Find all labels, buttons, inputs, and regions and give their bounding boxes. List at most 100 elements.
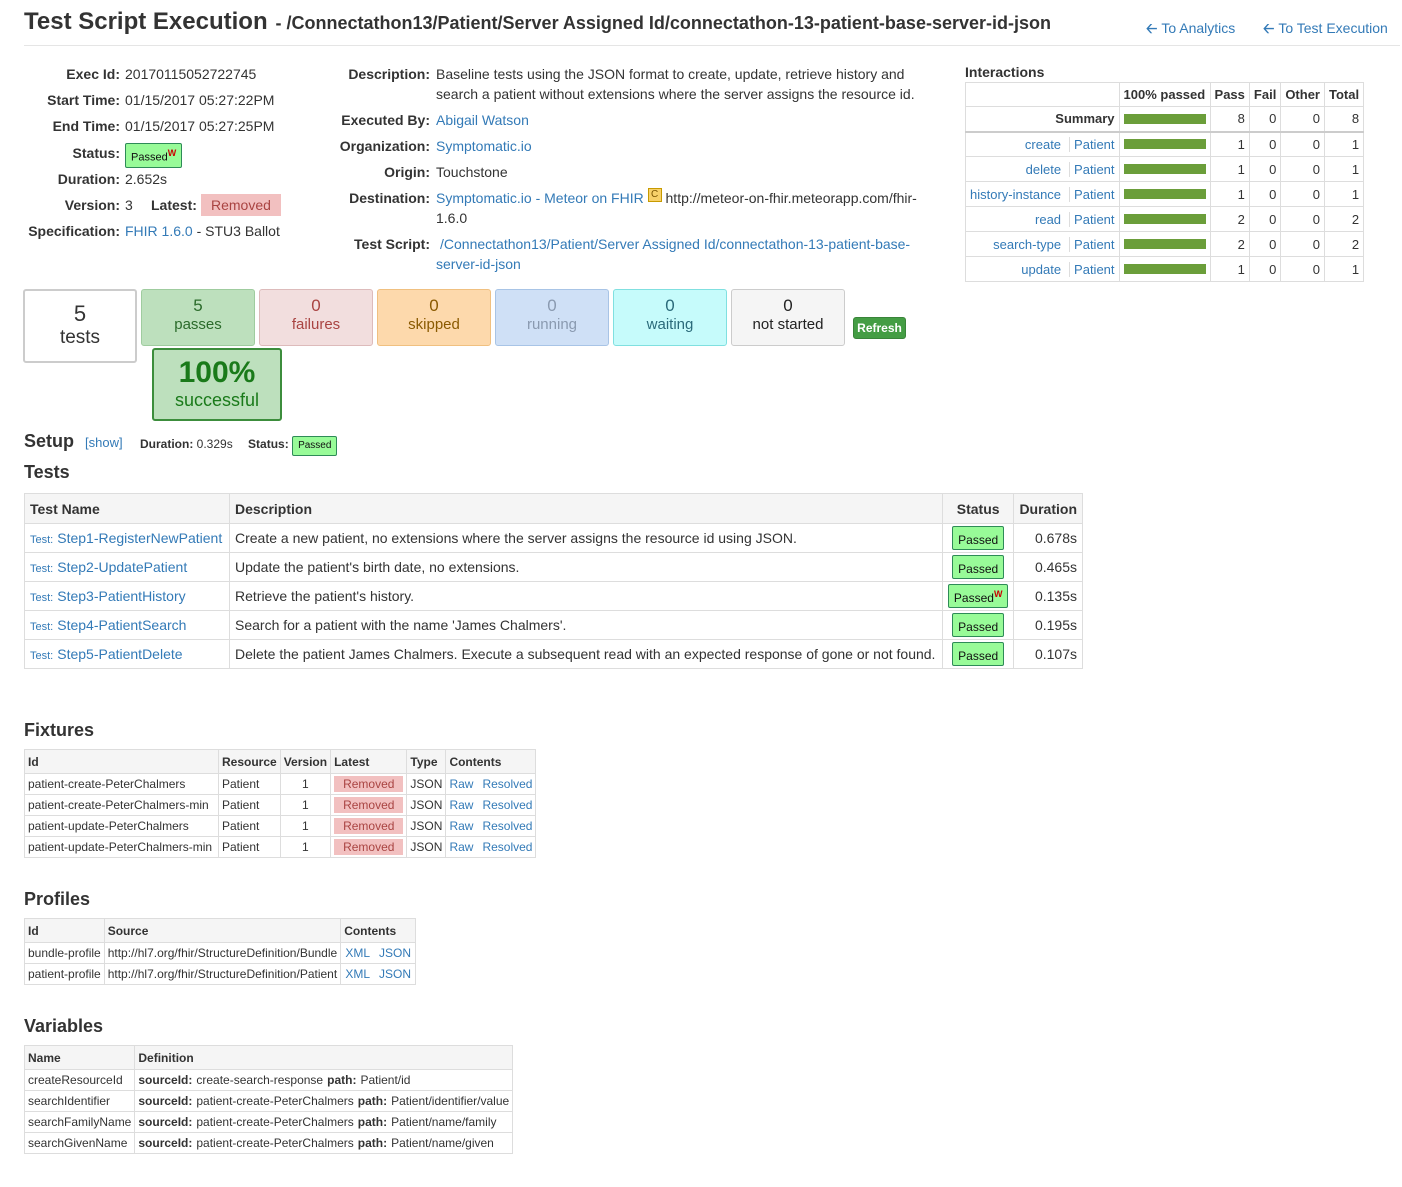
interaction-op-link[interactable]: search-type xyxy=(993,237,1061,252)
fixture-latest-badge: Removed xyxy=(334,839,404,855)
interaction-resource-link[interactable]: Patient xyxy=(1069,186,1115,202)
interaction-bar xyxy=(1118,206,1211,232)
test-script-link[interactable]: /Connectathon13/Patient/Server Assigned … xyxy=(440,234,910,254)
tests-count: 5 xyxy=(73,301,87,326)
skipped-box[interactable]: 0 skipped xyxy=(377,289,491,346)
test-name-link[interactable]: Step5-PatientDelete xyxy=(57,646,182,662)
destination-link[interactable]: Symptomatic.io - Meteor on FHIR xyxy=(436,190,644,206)
interaction-total: 2 xyxy=(1323,206,1365,232)
specification-link[interactable]: FHIR 1.6.0 xyxy=(125,223,193,239)
origin-value: Touchstone xyxy=(436,164,508,180)
interaction-op-link[interactable]: update xyxy=(1021,262,1061,277)
fixture-row: patient-create-PeterChalmers-min Patient 1… xyxy=(24,794,537,816)
interaction-bar xyxy=(1118,231,1211,257)
fixture-version: 1 xyxy=(279,836,332,858)
fixture-id: patient-update-PeterChalmers xyxy=(24,815,219,837)
interaction-row: read Patient 2 0 0 2 xyxy=(965,206,1365,232)
interaction-fail: 0 xyxy=(1248,206,1282,232)
interaction-op-cell: search-type Patient xyxy=(965,231,1120,257)
running-box[interactable]: 0 running xyxy=(495,289,609,346)
interaction-total: 1 xyxy=(1323,256,1365,282)
fixture-id: patient-create-PeterChalmers-min xyxy=(24,794,219,816)
refresh-button[interactable]: Refresh xyxy=(853,317,906,339)
test-status-cell: Passed xyxy=(941,523,1015,553)
profile-xml-link[interactable]: XML xyxy=(345,946,370,960)
interaction-op-cell: read Patient xyxy=(965,206,1120,232)
setup-show-link[interactable]: [show] xyxy=(85,435,123,450)
interaction-op-link[interactable]: create xyxy=(1025,137,1061,152)
interaction-other: 0 xyxy=(1280,256,1325,282)
test-name-link[interactable]: Step2-UpdatePatient xyxy=(57,559,187,575)
organization-link[interactable]: Symptomatic.io xyxy=(436,136,532,156)
interaction-other: 0 xyxy=(1280,231,1325,257)
test-row: Test: Step5-PatientDelete Delete the patie… xyxy=(24,639,1083,669)
interaction-resource-link[interactable]: Patient xyxy=(1069,211,1115,227)
profile-row: patient-profile http://hl7.org/fhir/Struc… xyxy=(24,963,417,985)
variable-definition: sourceId: patient-create-PeterChalmers pat… xyxy=(134,1111,514,1133)
variable-row: createResourceId sourceId: create-search-r… xyxy=(23,1069,514,1091)
fixture-type: JSON xyxy=(406,836,447,858)
interactions-summary-row: Summary 8 0 0 8 xyxy=(965,106,1365,132)
test-status-badge: Passed xyxy=(952,526,1005,550)
fixture-raw-link[interactable]: Raw xyxy=(449,777,473,791)
variable-path-label: path: xyxy=(357,1136,388,1150)
test-status-cell: PassedW xyxy=(941,581,1015,611)
organization-label: Organization: xyxy=(339,138,430,154)
interaction-fail: 0 xyxy=(1248,131,1282,157)
profile-json-link[interactable]: JSON xyxy=(379,946,411,960)
interaction-resource-link[interactable]: Patient xyxy=(1069,261,1115,277)
test-description: Retrieve the patient's history. xyxy=(229,581,943,611)
fixture-raw-link[interactable]: Raw xyxy=(449,840,473,854)
interaction-resource-link[interactable]: Patient xyxy=(1069,236,1115,252)
failures-box[interactable]: 0 failures xyxy=(259,289,373,346)
version-value: 3 xyxy=(125,197,133,213)
test-name-cell: Test: Step3-PatientHistory xyxy=(24,581,230,611)
interaction-op-link[interactable]: read xyxy=(1035,212,1061,227)
fixture-version: 1 xyxy=(279,773,332,795)
to-analytics-link[interactable]: 🡠 To Analytics xyxy=(1146,18,1235,42)
variable-source: create-search-response xyxy=(196,1073,324,1087)
fixture-contents: Raw Resolved xyxy=(445,794,537,816)
interaction-resource-link[interactable]: Patient xyxy=(1069,161,1115,177)
not-started-box[interactable]: 0 not started xyxy=(731,289,845,346)
fixture-raw-link[interactable]: Raw xyxy=(449,819,473,833)
to-test-execution-link[interactable]: 🡠 To Test Execution xyxy=(1263,18,1388,42)
interaction-op-link[interactable]: delete xyxy=(1026,162,1061,177)
fixture-raw-link[interactable]: Raw xyxy=(449,798,473,812)
fixture-id: patient-create-PeterChalmers xyxy=(24,773,219,795)
test-duration: 0.678s xyxy=(1013,523,1083,553)
fixture-resolved-link[interactable]: Resolved xyxy=(482,798,532,812)
test-script-label: Test Script: xyxy=(354,236,430,252)
test-name-link[interactable]: Step4-PatientSearch xyxy=(57,617,186,633)
fixture-latest-cell: Removed xyxy=(330,815,408,837)
executed-by-link[interactable]: Abigail Watson xyxy=(436,110,529,130)
fixture-resolved-link[interactable]: Resolved xyxy=(482,840,532,854)
test-name-link[interactable]: Step1-RegisterNewPatient xyxy=(57,530,222,546)
variables-header-name: Name xyxy=(23,1045,136,1070)
running-label: running xyxy=(526,316,578,333)
test-name-cell: Test: Step2-UpdatePatient xyxy=(24,552,230,582)
profile-json-link[interactable]: JSON xyxy=(379,967,411,981)
exec-id-label: Exec Id: xyxy=(66,66,120,82)
tests-count-label: tests xyxy=(59,327,101,348)
interaction-bar xyxy=(1118,131,1211,157)
test-script-link-cont[interactable]: server-id-json xyxy=(436,254,521,274)
profile-xml-link[interactable]: XML xyxy=(345,967,370,981)
setup-duration-label: Duration: xyxy=(140,437,194,451)
fixture-resolved-link[interactable]: Resolved xyxy=(482,819,532,833)
interaction-resource-link[interactable]: Patient xyxy=(1069,136,1115,152)
test-name-link[interactable]: Step3-PatientHistory xyxy=(57,588,185,604)
profile-contents: XML JSON xyxy=(340,942,417,964)
duration-value: 2.652s xyxy=(125,171,168,187)
failures-count: 0 xyxy=(311,296,321,315)
test-name-cell: Test: Step1-RegisterNewPatient xyxy=(24,523,230,553)
exec-id-value: 20170115052722745 xyxy=(125,66,257,82)
tests-header-duration: Duration xyxy=(1013,493,1083,524)
arrow-left-icon: 🡠 xyxy=(1263,20,1275,36)
interactions-header-percent: 100% passed xyxy=(1118,82,1211,107)
waiting-box[interactable]: 0 waiting xyxy=(613,289,727,346)
fixture-resolved-link[interactable]: Resolved xyxy=(482,777,532,791)
interactions-header-pass: Pass xyxy=(1209,82,1250,107)
passes-box[interactable]: 5 passes xyxy=(141,289,255,346)
interaction-op-link[interactable]: history-instance xyxy=(970,187,1061,202)
